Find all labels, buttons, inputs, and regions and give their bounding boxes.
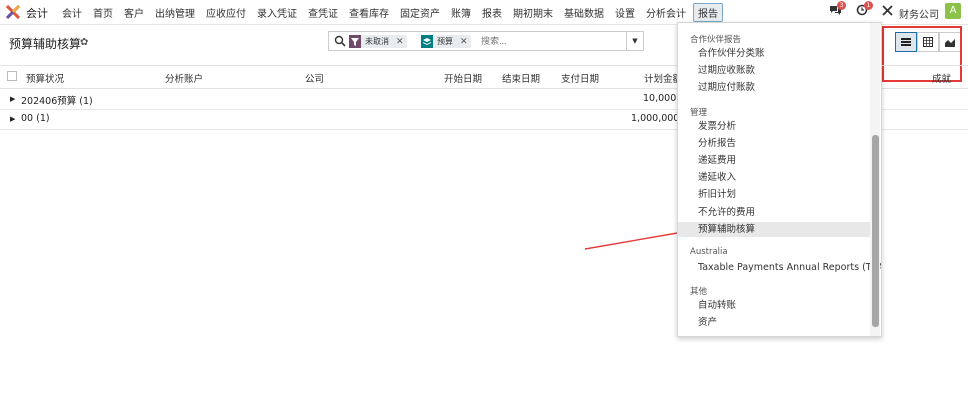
menu-item[interactable]: 期初期末 bbox=[513, 5, 553, 20]
dropdown-item[interactable]: 自动转账 bbox=[678, 298, 870, 313]
menu-item[interactable]: 客户 bbox=[124, 5, 144, 20]
odoo-logo-icon[interactable] bbox=[6, 5, 20, 19]
search-icon bbox=[334, 35, 346, 47]
dropdown-item[interactable]: 过期应付账款 bbox=[678, 80, 870, 95]
menu-item[interactable]: 基础数据 bbox=[564, 5, 604, 20]
menu-item[interactable]: 报表 bbox=[482, 5, 502, 20]
main-menu: 会计 首页 客户 出纳管理 应收应付 录入凭证 查凭证 查看库存 固定资产 账簿… bbox=[62, 0, 723, 24]
dropdown-section-title: 其他 bbox=[690, 287, 708, 297]
tools-icon bbox=[882, 5, 893, 16]
group-label: 00 (1) bbox=[21, 113, 50, 124]
search-input[interactable] bbox=[479, 35, 613, 47]
dropdown-item[interactable]: 递延费用 bbox=[678, 153, 870, 168]
caret-right-icon: ▶ bbox=[10, 115, 16, 123]
menu-item[interactable]: 查看库存 bbox=[349, 5, 389, 20]
layers-icon bbox=[421, 35, 433, 48]
menu-item[interactable]: 查凭证 bbox=[308, 5, 338, 20]
search-facet-filter[interactable]: 未取消 ✕ bbox=[349, 35, 407, 48]
group-label: 202406预算 (1) bbox=[21, 96, 93, 107]
menu-item[interactable]: 账簿 bbox=[451, 5, 471, 20]
menu-item[interactable]: 应收应付 bbox=[206, 5, 246, 20]
dropdown-item[interactable]: 分析报告 bbox=[678, 136, 870, 151]
column-header[interactable]: 成就 bbox=[932, 71, 951, 85]
menu-item[interactable]: 首页 bbox=[93, 5, 113, 20]
column-header[interactable]: 预算状况 bbox=[26, 71, 64, 85]
dropdown-item[interactable]: 合作伙伴分类账 bbox=[678, 46, 870, 61]
dropdown-section-title: 合作伙伴报告 bbox=[690, 35, 742, 45]
activity-count-badge: 1 bbox=[864, 1, 873, 10]
facet-label: 预算 bbox=[437, 37, 453, 46]
reports-dropdown-menu: 合作伙伴报告 合作伙伴分类账 过期应收账款 过期应付账款 管理 发票分析 分析报… bbox=[677, 22, 882, 337]
dropdown-item[interactable]: 折旧计划 bbox=[678, 187, 870, 202]
search-bar[interactable]: 未取消 ✕ 预算 ✕ ▼ bbox=[328, 31, 644, 51]
caret-right-icon: ▶ bbox=[10, 95, 16, 103]
dropdown-section-title: Australia bbox=[690, 247, 728, 257]
column-header[interactable]: 结束日期 bbox=[502, 71, 540, 85]
activity-button[interactable]: 1 bbox=[856, 1, 873, 19]
search-facet-groupby[interactable]: 预算 ✕ bbox=[421, 35, 471, 48]
dropdown-section-title: 管理 bbox=[690, 108, 708, 118]
dropdown-item-budget-analytic[interactable]: 预算辅助核算 bbox=[678, 222, 870, 237]
messages-button[interactable]: 3 bbox=[829, 1, 846, 19]
messages-count-badge: 3 bbox=[837, 1, 846, 10]
close-icon[interactable]: ✕ bbox=[457, 37, 471, 47]
menu-item[interactable]: 出纳管理 bbox=[155, 5, 195, 20]
company-switcher[interactable]: 财务公司 bbox=[899, 6, 939, 21]
close-icon[interactable]: ✕ bbox=[393, 37, 407, 47]
dropdown-item[interactable]: 发票分析 bbox=[678, 119, 870, 134]
facet-label: 未取消 bbox=[365, 37, 389, 46]
debug-tools-button[interactable] bbox=[882, 5, 893, 19]
menu-item-reports[interactable]: 报告 bbox=[693, 2, 723, 22]
chevron-down-icon[interactable]: ▼ bbox=[626, 32, 643, 50]
menu-item[interactable]: 录入凭证 bbox=[257, 5, 297, 20]
dropdown-item[interactable]: 递延收入 bbox=[678, 170, 870, 185]
menu-item[interactable]: 分析会计 bbox=[646, 5, 686, 20]
menu-item[interactable]: 设置 bbox=[615, 5, 635, 20]
dropdown-item[interactable]: 不允许的费用 bbox=[678, 205, 870, 220]
column-header[interactable]: 支付日期 bbox=[561, 71, 599, 85]
dropdown-item[interactable]: Taxable Payments Annual Reports (TPAR) bbox=[678, 260, 881, 275]
column-header[interactable]: 分析账户 bbox=[165, 71, 203, 85]
menu-item[interactable]: 会计 bbox=[62, 5, 82, 20]
dropdown-scrollbar-thumb[interactable] bbox=[872, 135, 879, 327]
column-header[interactable]: 开始日期 bbox=[444, 71, 482, 85]
filter-icon bbox=[349, 35, 361, 48]
dropdown-item[interactable]: 过期应收账款 bbox=[678, 63, 870, 78]
app-name[interactable]: 会计 bbox=[26, 5, 48, 21]
select-all-checkbox[interactable] bbox=[7, 71, 17, 81]
user-avatar[interactable]: A bbox=[945, 3, 961, 19]
gear-icon[interactable]: ✿ bbox=[80, 37, 88, 48]
menu-item[interactable]: 固定资产 bbox=[400, 5, 440, 20]
column-header[interactable]: 公司 bbox=[305, 71, 324, 85]
dropdown-item[interactable]: 资产 bbox=[678, 315, 870, 330]
page-title: 预算辅助核算 bbox=[9, 37, 82, 51]
